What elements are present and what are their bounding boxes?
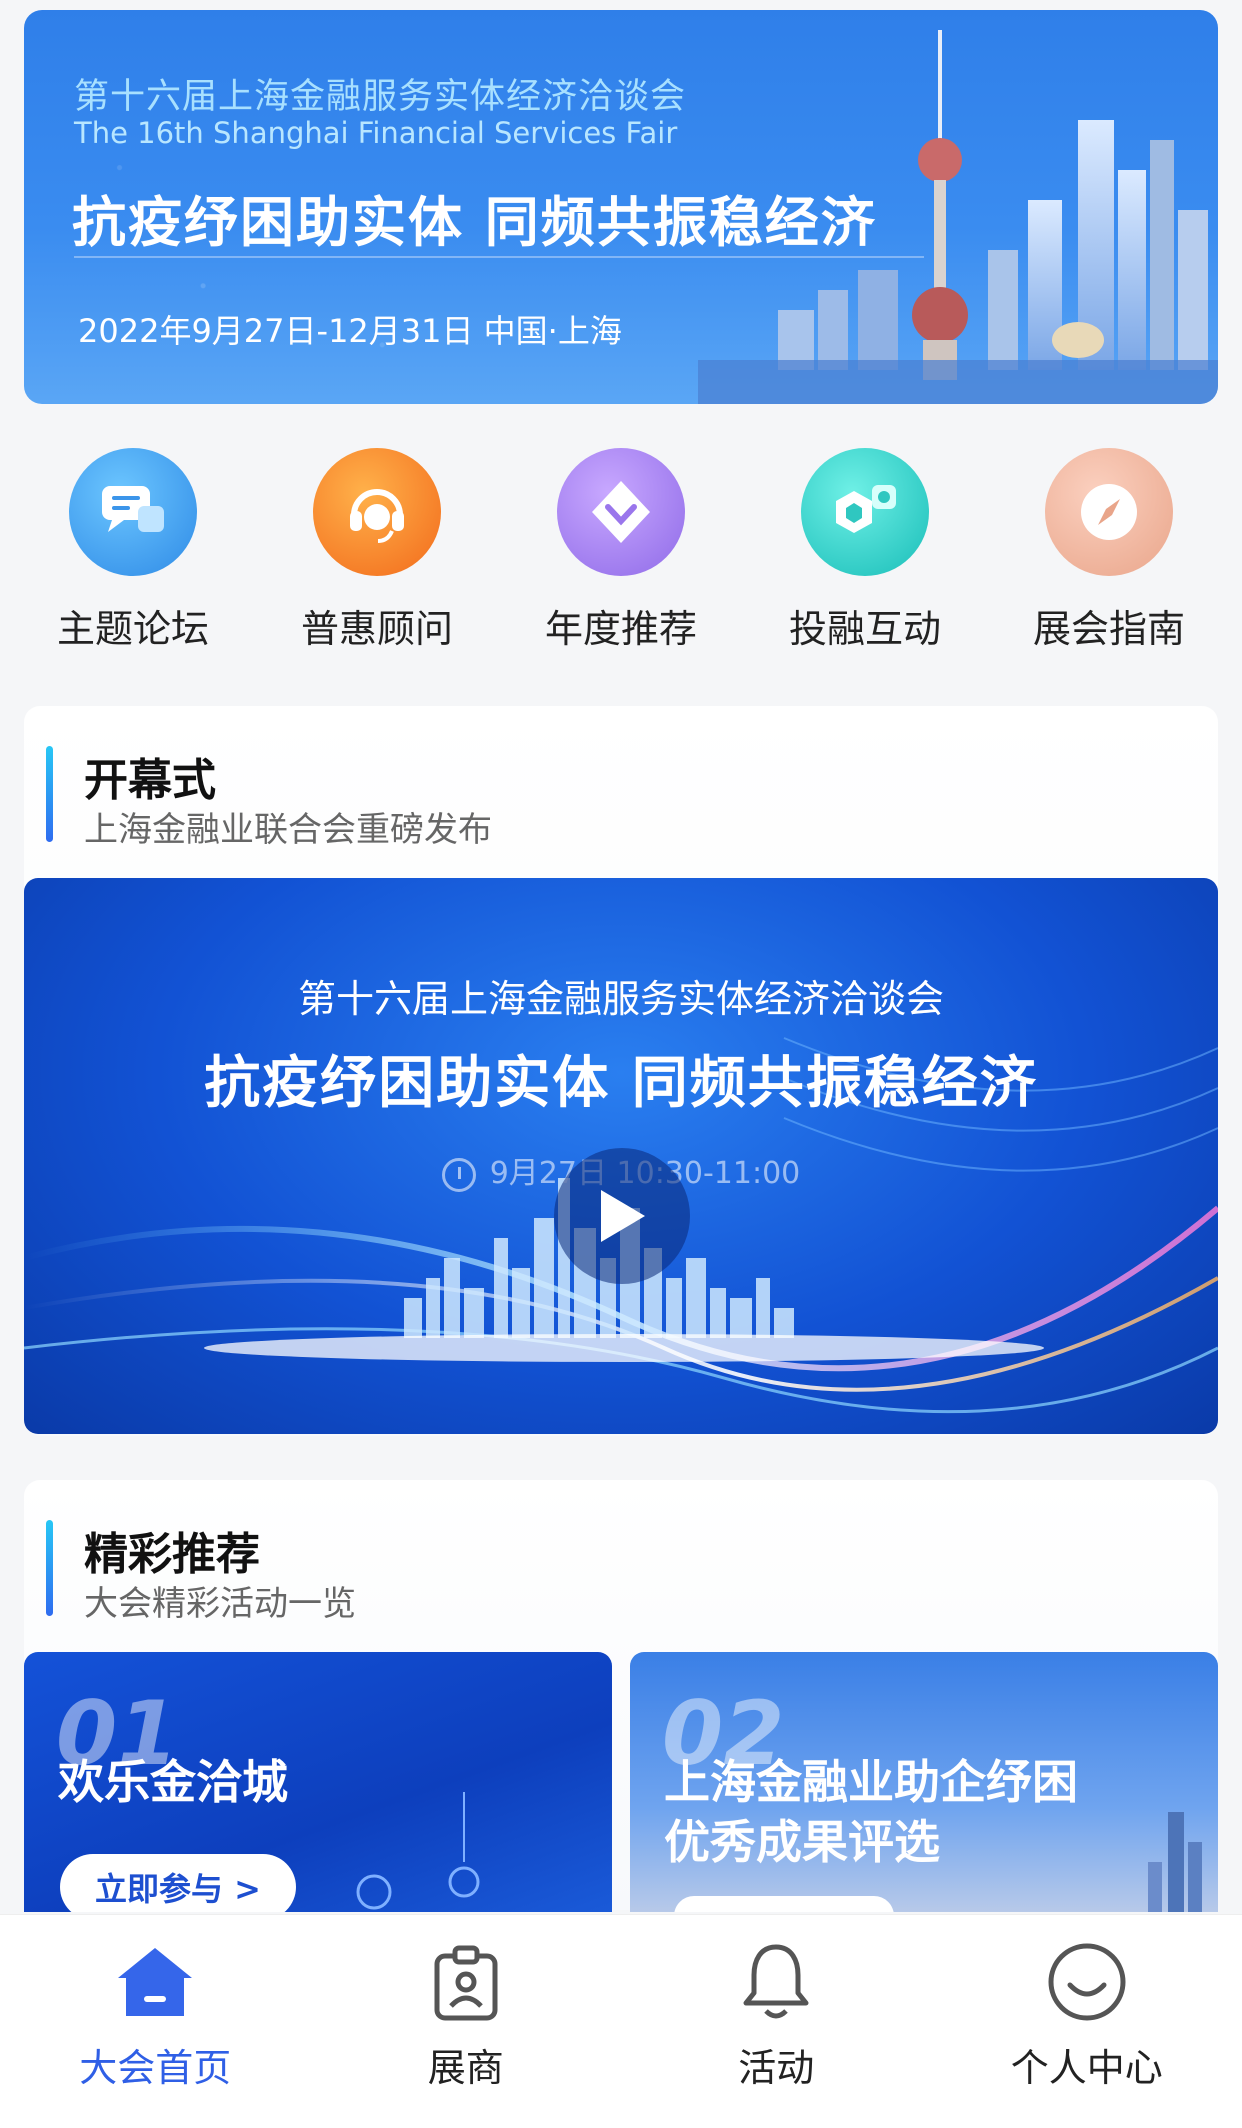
- quick-nav-label: 投融互动: [788, 607, 941, 651]
- hero-title-cn: 第十六届上海金融服务实体经济洽谈会: [74, 77, 687, 117]
- card-button[interactable]: [674, 1896, 894, 1912]
- city-skyline-image: [698, 30, 1218, 404]
- bell-icon: [731, 1937, 821, 2027]
- quick-nav: 主题论坛 普惠顾问 年度推荐 投融互动 展会指南: [0, 448, 1242, 658]
- section-subtitle: 上海金融业联合会重磅发布: [84, 810, 492, 850]
- hero-title-en: The 16th Shanghai Financial Services Fai…: [74, 116, 678, 150]
- diamond-icon: [557, 448, 685, 576]
- tab-label: 个人中心: [1010, 2046, 1163, 2090]
- exchange-icon: [801, 448, 929, 576]
- decoration-icons: [356, 1792, 480, 1910]
- smile-icon: [1042, 1937, 1132, 2027]
- section-title: 精彩推荐: [84, 1529, 260, 1580]
- recommend-section: 精彩推荐 大会精彩活动一览 01 欢乐金洽城 立即参与 > 02 上海金融业助企…: [24, 1480, 1218, 1912]
- join-now-button[interactable]: 立即参与 >: [60, 1854, 296, 1912]
- section-subtitle: 大会精彩活动一览: [84, 1584, 356, 1624]
- section-title: 开幕式: [84, 755, 216, 806]
- card-title: 欢乐金洽城: [58, 1755, 288, 1809]
- tab-label: 展商: [427, 2046, 504, 2090]
- headset-icon: [313, 448, 441, 576]
- tab-activities[interactable]: 活动: [621, 1915, 932, 2128]
- section-accent-bar: [46, 746, 53, 842]
- quick-nav-label: 普惠顾问: [300, 607, 453, 651]
- recommend-cards: 01 欢乐金洽城 立即参与 > 02 上海金融业助企纾困 优秀成果评选: [24, 1652, 1218, 1912]
- quick-nav-investment[interactable]: 投融互动: [780, 448, 950, 658]
- chat-bubble-icon: [69, 448, 197, 576]
- badge-icon: [421, 1937, 511, 2027]
- video-title: 第十六届上海金融服务实体经济洽谈会: [297, 977, 944, 1021]
- opening-video-player[interactable]: 第十六届上海金融服务实体经济洽谈会 抗疫纾困助实体 同频共振稳经济 9月27日 …: [24, 878, 1218, 1434]
- play-icon: [601, 1190, 645, 1242]
- tab-label: 活动: [738, 2046, 815, 2090]
- quick-nav-guide[interactable]: 展会指南: [1024, 448, 1194, 658]
- quick-nav-label: 年度推荐: [544, 607, 697, 651]
- quick-nav-label: 主题论坛: [56, 607, 209, 651]
- card-title-line-1: 上海金融业助企纾困: [664, 1755, 1078, 1809]
- card-title: 上海金融业助企纾困 优秀成果评选: [664, 1752, 1078, 1872]
- compass-icon: [1045, 448, 1173, 576]
- opening-section: 开幕式 上海金融业联合会重磅发布 第十六届上海金融服务实体经济洽谈会 抗疫纾困助…: [24, 706, 1218, 1436]
- quick-nav-label: 展会指南: [1032, 607, 1185, 651]
- quick-nav-topic-forum[interactable]: 主题论坛: [48, 448, 218, 658]
- card-title-line-2: 优秀成果评选: [664, 1815, 940, 1869]
- tab-profile[interactable]: 个人中心: [932, 1915, 1242, 2128]
- quick-nav-annual-recommend[interactable]: 年度推荐: [536, 448, 706, 658]
- bottom-tab-bar: 大会首页 展商 活动 个人中心: [0, 1914, 1242, 2128]
- tab-label: 大会首页: [79, 2046, 232, 2090]
- quick-nav-consultant[interactable]: 普惠顾问: [292, 448, 462, 658]
- home-icon: [110, 1937, 200, 2027]
- video-slogan: 抗疫纾困助实体 同频共振稳经济: [204, 1051, 1038, 1116]
- tab-home[interactable]: 大会首页: [0, 1915, 311, 2128]
- recommend-card-2[interactable]: 02 上海金融业助企纾困 优秀成果评选: [630, 1652, 1218, 1912]
- tab-exhibitors[interactable]: 展商: [311, 1915, 622, 2128]
- recommend-card-1[interactable]: 01 欢乐金洽城 立即参与 >: [24, 1652, 612, 1912]
- play-button[interactable]: [554, 1148, 690, 1284]
- clock-icon: [441, 1157, 476, 1192]
- skyline-decoration: [1148, 1812, 1202, 1912]
- hero-banner[interactable]: 第十六届上海金融服务实体经济洽谈会 The 16th Shanghai Fina…: [24, 10, 1218, 404]
- section-accent-bar: [46, 1520, 53, 1616]
- hero-date-location: 2022年9月27日-12月31日 中国·上海: [78, 312, 622, 350]
